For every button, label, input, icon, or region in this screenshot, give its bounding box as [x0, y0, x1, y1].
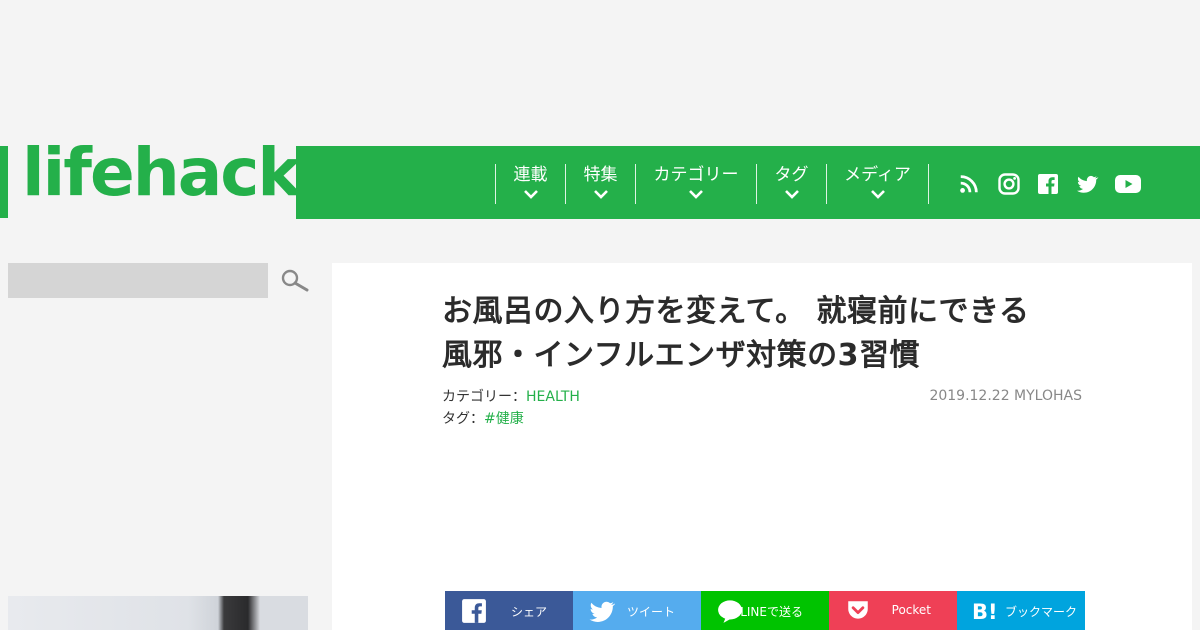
article-category: カテゴリー：HEALTH — [442, 386, 580, 406]
logo-accent-bar — [0, 146, 8, 218]
nav-label: 連載 — [513, 165, 548, 185]
facebook-icon[interactable] — [1036, 172, 1060, 196]
nav-item-media[interactable]: メディア — [826, 164, 928, 204]
share-pocket-button[interactable]: Pocket — [829, 591, 957, 630]
nav-item-categories[interactable]: カテゴリー — [635, 164, 756, 204]
search-button[interactable] — [280, 268, 310, 294]
article-date-author: 2019.12.22 MYLOHAS — [929, 388, 1082, 404]
article-tags: タグ：#健康 — [442, 408, 524, 428]
article-title: お風呂の入り方を変えて。 就寝前にできる 風邪・インフルエンザ対策の3習慣 — [442, 290, 1092, 378]
twitter-icon[interactable] — [1075, 172, 1099, 196]
share-label: Pocket — [891, 603, 931, 617]
article-card: お風呂の入り方を変えて。 就寝前にできる 風邪・インフルエンザ対策の3習慣 カテ… — [332, 263, 1192, 630]
search-input[interactable] — [8, 263, 268, 298]
sidebar-thumbnail-image[interactable] — [8, 596, 308, 630]
nav-label: 特集 — [583, 165, 618, 185]
article-title-line1: お風呂の入り方を変えて。 就寝前にできる — [442, 294, 1030, 329]
instagram-icon[interactable] — [997, 172, 1021, 196]
share-hatena-button[interactable]: B! ブックマーク — [957, 591, 1085, 630]
category-label: カテゴリー： — [442, 389, 526, 405]
share-facebook-button[interactable]: シェア — [445, 591, 573, 630]
chevron-down-icon — [689, 190, 703, 199]
chevron-down-icon — [523, 190, 538, 199]
chevron-down-icon — [870, 190, 885, 199]
nav-label: カテゴリー — [653, 165, 739, 185]
share-line-button[interactable]: LINEで送る — [701, 591, 829, 630]
nav-item-series[interactable]: 連載 — [495, 164, 565, 204]
share-label: ツイート — [626, 605, 675, 619]
search-icon — [281, 269, 309, 292]
category-link[interactable]: HEALTH — [526, 389, 580, 405]
nav-label: メディア — [844, 165, 911, 185]
share-label: LINEで送る — [740, 605, 803, 619]
tag-label: タグ： — [442, 411, 484, 427]
tag-link[interactable]: #健康 — [484, 411, 524, 427]
share-label: シェア — [510, 605, 547, 619]
nav-label: タグ — [774, 165, 809, 185]
nav-item-tags[interactable]: タグ — [756, 164, 826, 204]
chevron-down-icon — [593, 190, 608, 199]
rss-icon[interactable] — [958, 172, 980, 196]
article-title-line2: 風邪・インフルエンザ対策の3習慣 — [442, 338, 920, 373]
chevron-down-icon — [784, 190, 799, 199]
main-nav: 連載 特集 カテゴリー タグ メディア — [296, 146, 1200, 219]
nav-item-features[interactable]: 特集 — [565, 164, 635, 204]
share-label: ブックマーク — [1004, 605, 1077, 619]
nav-divider — [928, 164, 929, 204]
share-twitter-button[interactable]: ツイート — [573, 591, 701, 630]
youtube-icon[interactable] — [1114, 172, 1142, 196]
